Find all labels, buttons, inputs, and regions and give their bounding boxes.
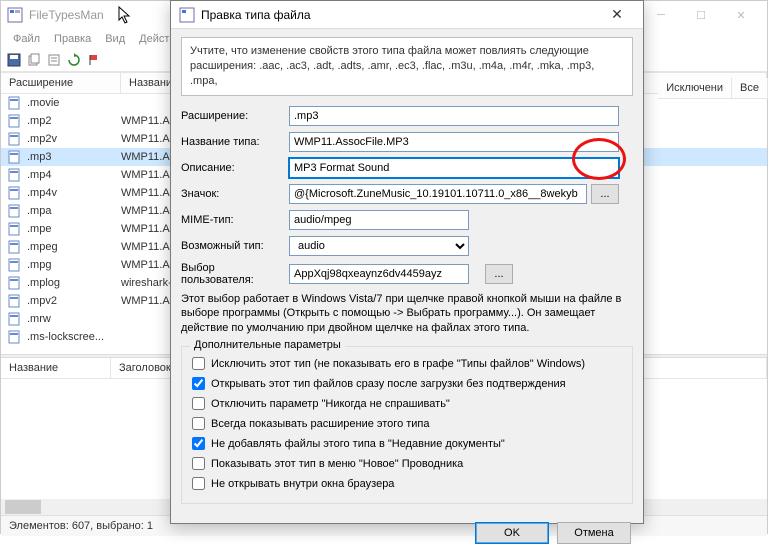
file-icon: [7, 186, 23, 200]
file-icon: [7, 114, 23, 128]
group-legend: Дополнительные параметры: [190, 339, 345, 351]
file-icon: [7, 168, 23, 182]
row-ext: .mpeg: [27, 241, 121, 253]
file-icon: [7, 132, 23, 146]
menu-file[interactable]: Файл: [7, 31, 46, 47]
input-extension[interactable]: [289, 106, 619, 126]
row-ext: .ms-lockscree...: [27, 331, 121, 343]
menu-edit[interactable]: Правка: [48, 31, 97, 47]
row-ext: .mp2v: [27, 133, 121, 145]
label-perceived: Возможный тип:: [181, 240, 289, 252]
dialog-titlebar: Правка типа файла ✕: [171, 1, 643, 29]
label-typename: Название типа:: [181, 136, 289, 148]
checkbox-label-5: Показывать этот тип в меню "Новое" Прово…: [211, 458, 463, 470]
flag-icon[interactable]: [85, 51, 103, 69]
file-icon: [7, 312, 23, 326]
additional-params-group: Дополнительные параметры Исключить этот …: [181, 346, 633, 504]
menu-view[interactable]: Вид: [99, 31, 131, 47]
file-icon: [7, 258, 23, 272]
file-icon: [7, 330, 23, 344]
copy-icon[interactable]: [25, 51, 43, 69]
file-icon: [7, 204, 23, 218]
label-extension: Расширение:: [181, 110, 289, 122]
dialog-close-button[interactable]: ✕: [599, 6, 635, 23]
file-icon: [7, 96, 23, 110]
scroll-thumb[interactable]: [5, 500, 41, 514]
input-userchoice[interactable]: [289, 264, 469, 284]
checkbox-label-6: Не открывать внутри окна браузера: [211, 478, 394, 490]
dialog-title: Правка типа файла: [201, 8, 311, 22]
checkbox-label-0: Исключить этот тип (не показывать его в …: [211, 358, 585, 370]
input-mime[interactable]: [289, 210, 469, 230]
file-icon: [7, 222, 23, 236]
checkbox-label-4: Не добавлять файлы этого типа в "Недавни…: [211, 438, 505, 450]
notice-line1: Учтите, что изменение свойств этого типа…: [190, 44, 624, 59]
input-icon[interactable]: [289, 184, 587, 204]
file-icon: [7, 150, 23, 164]
col-exclude[interactable]: Исключени: [658, 78, 732, 98]
app-icon: [7, 7, 23, 23]
row-ext: .mpv2: [27, 295, 121, 307]
file-icon: [7, 294, 23, 308]
row-ext: .mpa: [27, 205, 121, 217]
col-all[interactable]: Все: [732, 78, 768, 98]
col-name[interactable]: Название: [1, 358, 111, 378]
props-icon[interactable]: [45, 51, 63, 69]
row-ext: .mp4: [27, 169, 121, 181]
refresh-icon[interactable]: [65, 51, 83, 69]
notice-box: Учтите, что изменение свойств этого типа…: [181, 37, 633, 96]
checkbox-2[interactable]: [192, 397, 205, 410]
row-ext: .movie: [27, 97, 121, 109]
row-ext: .mp4v: [27, 187, 121, 199]
checkbox-label-3: Всегда показывать расширение этого типа: [211, 418, 430, 430]
dialog-icon: [179, 7, 195, 23]
cancel-button[interactable]: Отмена: [557, 522, 631, 544]
file-icon: [7, 276, 23, 290]
ok-button[interactable]: OK: [475, 522, 549, 544]
row-ext: .mp2: [27, 115, 121, 127]
checkbox-label-1: Открывать этот тип файлов сразу после за…: [211, 378, 566, 390]
minimize-button[interactable]: ─: [641, 1, 681, 29]
checkbox-4[interactable]: [192, 437, 205, 450]
label-mime: MIME-тип:: [181, 214, 289, 226]
input-description[interactable]: [289, 158, 619, 178]
close-button[interactable]: ✕: [721, 1, 761, 29]
app-title: FileTypesMan: [29, 8, 104, 22]
checkbox-0[interactable]: [192, 357, 205, 370]
col-extension[interactable]: Расширение: [1, 73, 121, 93]
label-description: Описание:: [181, 162, 289, 174]
row-ext: .mplog: [27, 277, 121, 289]
browse-icon-button[interactable]: ...: [591, 184, 619, 204]
checkbox-5[interactable]: [192, 457, 205, 470]
checkbox-label-2: Отключить параметр "Никогда не спрашиват…: [211, 398, 450, 410]
checkbox-1[interactable]: [192, 377, 205, 390]
row-ext: .mpe: [27, 223, 121, 235]
browse-userchoice-button[interactable]: ...: [485, 264, 513, 284]
row-ext: .mp3: [27, 151, 121, 163]
checkbox-6[interactable]: [192, 477, 205, 490]
file-icon: [7, 240, 23, 254]
edit-type-dialog: Правка типа файла ✕ Учтите, что изменени…: [170, 0, 644, 524]
label-icon: Значок:: [181, 188, 289, 200]
right-header-cols: Исключени Все: [658, 78, 768, 99]
save-icon[interactable]: [5, 51, 23, 69]
input-typename[interactable]: [289, 132, 619, 152]
checkbox-3[interactable]: [192, 417, 205, 430]
row-desc: wireshark-c: [121, 277, 177, 289]
label-userchoice: Выбор пользователя:: [181, 262, 289, 286]
maximize-button[interactable]: ☐: [681, 1, 721, 29]
select-perceived[interactable]: audio: [289, 236, 469, 256]
row-ext: .mrw: [27, 313, 121, 325]
userchoice-note: Этот выбор работает в Windows Vista/7 пр…: [181, 292, 633, 337]
notice-line2: расширения: .aac, .ac3, .adt, .adts, .am…: [190, 59, 624, 89]
row-ext: .mpg: [27, 259, 121, 271]
